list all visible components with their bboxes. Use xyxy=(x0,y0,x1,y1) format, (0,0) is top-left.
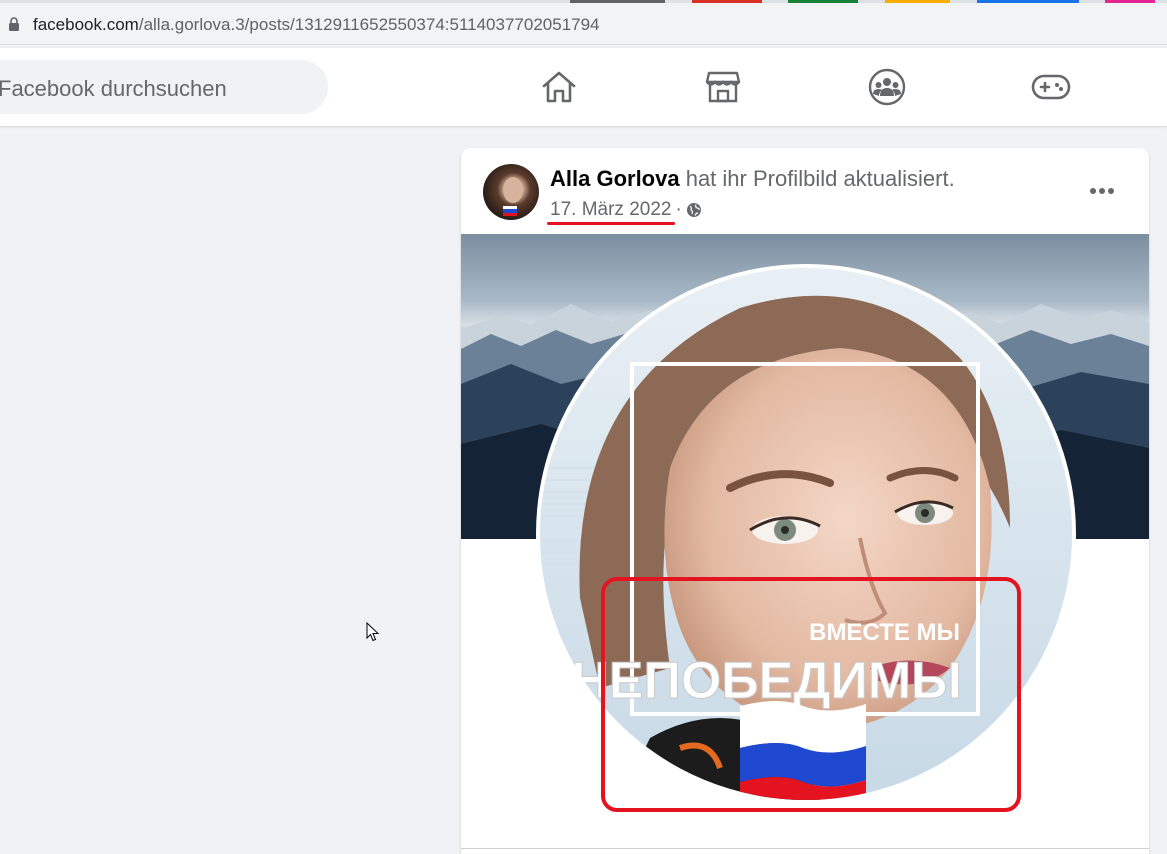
post-divider xyxy=(461,848,1149,849)
date-underline-annotation xyxy=(547,222,675,225)
globe-icon[interactable] xyxy=(686,202,702,218)
home-icon xyxy=(542,71,576,103)
post-more-options-button[interactable] xyxy=(1087,176,1117,206)
groups-nav-button[interactable] xyxy=(866,67,908,107)
dot xyxy=(1108,188,1114,194)
groups-icon xyxy=(868,68,906,106)
highlight-annotation-box xyxy=(601,577,1021,812)
url-path: /alla.gorlova.3/posts/1312911652550374:5… xyxy=(138,15,600,34)
home-nav-button[interactable] xyxy=(538,67,580,107)
post-header-line: Alla Gorlova hat ihr Profilbild aktualis… xyxy=(550,166,955,192)
avatar-flag xyxy=(503,206,517,216)
mouse-cursor-icon xyxy=(366,622,380,642)
gaming-nav-button[interactable] xyxy=(1030,67,1072,107)
marketplace-icon xyxy=(705,71,741,103)
author-name-link[interactable]: Alla Gorlova xyxy=(550,166,680,191)
author-avatar[interactable] xyxy=(483,164,539,220)
lock-icon[interactable] xyxy=(8,17,20,31)
search-placeholder: Facebook durchsuchen xyxy=(0,76,227,101)
facebook-header: Facebook durchsuchen xyxy=(0,48,1167,126)
dot xyxy=(1099,188,1105,194)
browser-address-bar[interactable]: facebook.com/alla.gorlova.3/posts/131291… xyxy=(0,3,1167,45)
url-text[interactable]: facebook.com/alla.gorlova.3/posts/131291… xyxy=(33,15,600,35)
post-date-link[interactable]: 17. März 2022 xyxy=(550,199,671,221)
url-host: facebook.com xyxy=(33,15,139,34)
meta-separator: · xyxy=(675,199,682,220)
marketplace-nav-button[interactable] xyxy=(702,67,744,107)
post-action-text: hat ihr Profilbild aktualisiert. xyxy=(679,166,955,191)
search-input[interactable]: Facebook durchsuchen xyxy=(0,60,328,114)
post-meta: 17. März 2022 · xyxy=(550,199,702,221)
dot xyxy=(1090,188,1096,194)
gaming-icon xyxy=(1031,74,1071,100)
